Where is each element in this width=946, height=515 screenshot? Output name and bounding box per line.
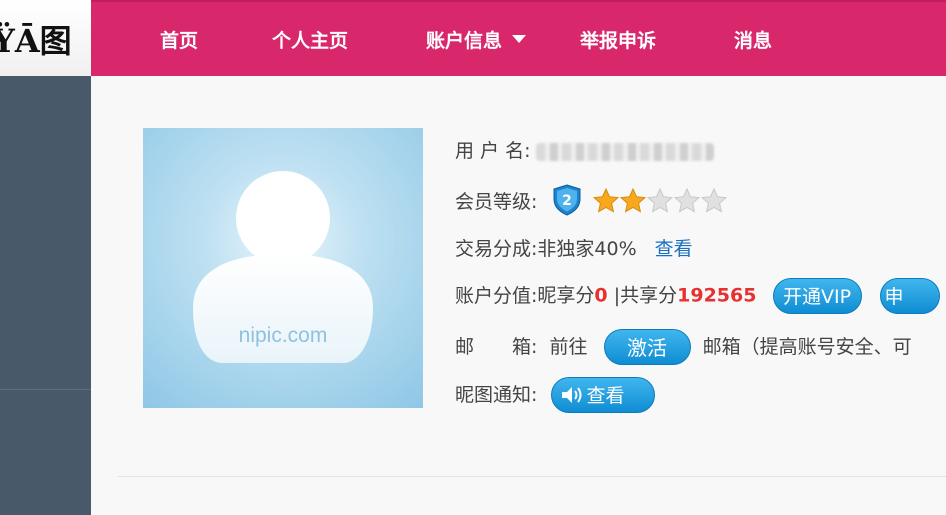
nav-home[interactable]: 首页 xyxy=(160,2,198,76)
top-nav: 首页 个人主页 账户信息 举报申诉 消息 xyxy=(91,0,946,76)
email-prefix-text: 前往 xyxy=(549,335,588,358)
share-label: 交易分成: xyxy=(455,238,538,260)
main-content: nipic.com 用 户 名: 会员等级: 2 交易分成:非独家40% 查看 账… xyxy=(91,76,946,515)
notice-label: 昵图通知: xyxy=(455,383,538,406)
star-empty-icon xyxy=(646,187,673,213)
default-user-icon xyxy=(193,171,373,363)
notice-view-button[interactable]: 查看 xyxy=(551,377,656,413)
sidebar xyxy=(0,76,91,515)
nav-messages[interactable]: 消息 xyxy=(734,2,772,76)
site-logo[interactable]: ŸĀ图 xyxy=(0,0,91,77)
username-label: 用 户 名: xyxy=(455,140,531,162)
rating-stars xyxy=(592,187,728,218)
member-level-label: 会员等级: xyxy=(455,191,538,213)
nav-account-info-label: 账户信息 xyxy=(426,30,503,52)
member-level-row: 会员等级: 2 xyxy=(455,184,728,221)
share-view-link[interactable]: 查看 xyxy=(655,238,693,260)
email-row: 邮 箱: 前往 激活 邮箱（提高账号安全、可 xyxy=(455,329,912,365)
avatar-watermark: nipic.com xyxy=(238,324,328,347)
caret-down-icon xyxy=(512,34,527,43)
share-value: 非独家40% xyxy=(537,238,637,260)
level-number: 2 xyxy=(563,193,573,209)
nav-report-appeal[interactable]: 举报申诉 xyxy=(580,2,656,76)
speaker-icon xyxy=(562,387,582,403)
star-filled-icon xyxy=(592,187,619,213)
gongxiang-points-text: 共享分 xyxy=(620,284,678,307)
level-shield-icon: 2 xyxy=(551,184,583,221)
sidebar-divider xyxy=(0,389,91,390)
site-logo-text: ŸĀ图 xyxy=(0,22,72,60)
nav-personal-home[interactable]: 个人主页 xyxy=(272,2,348,76)
star-filled-icon xyxy=(619,187,646,213)
notice-row: 昵图通知: 查看 xyxy=(455,377,656,413)
points-label: 账户分值: xyxy=(455,284,538,307)
gongxiang-points-value: 192565 xyxy=(677,284,757,307)
nixiang-points-text: 昵享分 xyxy=(537,284,595,307)
points-row: 账户分值:昵享分0 |共享分192565 开通VIP 申 xyxy=(455,278,940,314)
nixiang-points-value: 0 xyxy=(594,284,608,307)
share-row: 交易分成:非独家40% 查看 xyxy=(455,234,693,261)
notice-view-label: 查看 xyxy=(586,385,625,407)
open-vip-button[interactable]: 开通VIP xyxy=(772,278,862,314)
username-masked-value xyxy=(536,142,715,161)
username-row: 用 户 名: xyxy=(455,136,715,163)
apply-button[interactable]: 申 xyxy=(879,278,940,314)
star-empty-icon xyxy=(673,187,700,213)
activate-email-button[interactable]: 激活 xyxy=(603,329,691,365)
section-divider xyxy=(118,476,946,477)
avatar[interactable]: nipic.com xyxy=(143,128,423,408)
email-suffix-text: 邮箱（提高账号安全、可 xyxy=(702,335,912,358)
email-label: 邮 箱: xyxy=(455,335,538,358)
star-empty-icon xyxy=(700,187,727,213)
nav-account-info[interactable]: 账户信息 xyxy=(426,2,527,76)
